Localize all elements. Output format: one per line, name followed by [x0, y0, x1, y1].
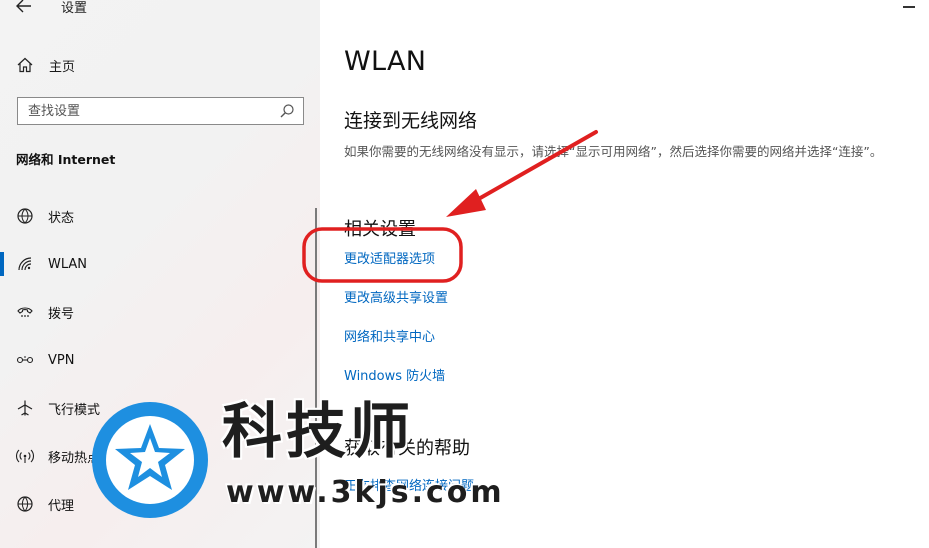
vpn-icon — [16, 351, 34, 369]
search-box[interactable] — [17, 97, 304, 125]
connect-description: 如果你需要的无线网络没有显示，请选择“显示可用网络”，然后选择你需要的网络并选择… — [344, 144, 883, 159]
phone-icon — [16, 303, 34, 321]
title-bar: 设置 — [0, 0, 320, 18]
sidebar-section-title: 网络和 Internet — [16, 152, 116, 167]
sidebar-home[interactable]: 主页 — [16, 54, 75, 76]
search-icon[interactable] — [279, 103, 295, 119]
sidebar-item-label: 拨号 — [48, 306, 75, 322]
change-adapter-options-link[interactable]: 更改适配器选项 — [344, 248, 435, 267]
home-label: 主页 — [49, 59, 76, 75]
sidebar-item-status[interactable]: 状态 — [0, 192, 320, 240]
page-title: WLAN — [344, 46, 427, 77]
sidebar-item-label: WLAN — [48, 256, 88, 272]
globe-status-icon — [16, 207, 34, 225]
network-sharing-center-link[interactable]: 网络和共享中心 — [344, 326, 435, 345]
watermark-url: www.3kjs.com — [226, 475, 505, 510]
sidebar-item-label: 代理 — [48, 498, 75, 514]
home-icon — [17, 57, 33, 73]
windows-firewall-link[interactable]: Windows 防火墙 — [344, 365, 445, 384]
sidebar-item-label: VPN — [48, 352, 75, 368]
watermark-text: 科技师 — [222, 397, 414, 467]
sidebar-item-wlan[interactable]: WLAN — [0, 240, 320, 288]
globe-icon — [16, 495, 34, 513]
sidebar-item-label: 状态 — [48, 210, 75, 226]
airplane-icon — [16, 399, 34, 417]
minimize-icon[interactable] — [903, 6, 915, 8]
wifi-icon — [16, 255, 34, 273]
search-input[interactable] — [18, 98, 279, 124]
sidebar-item-vpn[interactable]: VPN — [0, 336, 320, 384]
sidebar-item-dialup[interactable]: 拨号 — [0, 288, 320, 336]
back-arrow-icon[interactable] — [14, 0, 34, 16]
related-settings-heading: 相关设置 — [344, 219, 416, 240]
watermark-star-logo — [92, 402, 208, 518]
window-title: 设置 — [61, 1, 88, 16]
connect-heading: 连接到无线网络 — [344, 110, 478, 132]
hotspot-icon — [16, 447, 34, 465]
advanced-sharing-settings-link[interactable]: 更改高级共享设置 — [344, 287, 448, 306]
